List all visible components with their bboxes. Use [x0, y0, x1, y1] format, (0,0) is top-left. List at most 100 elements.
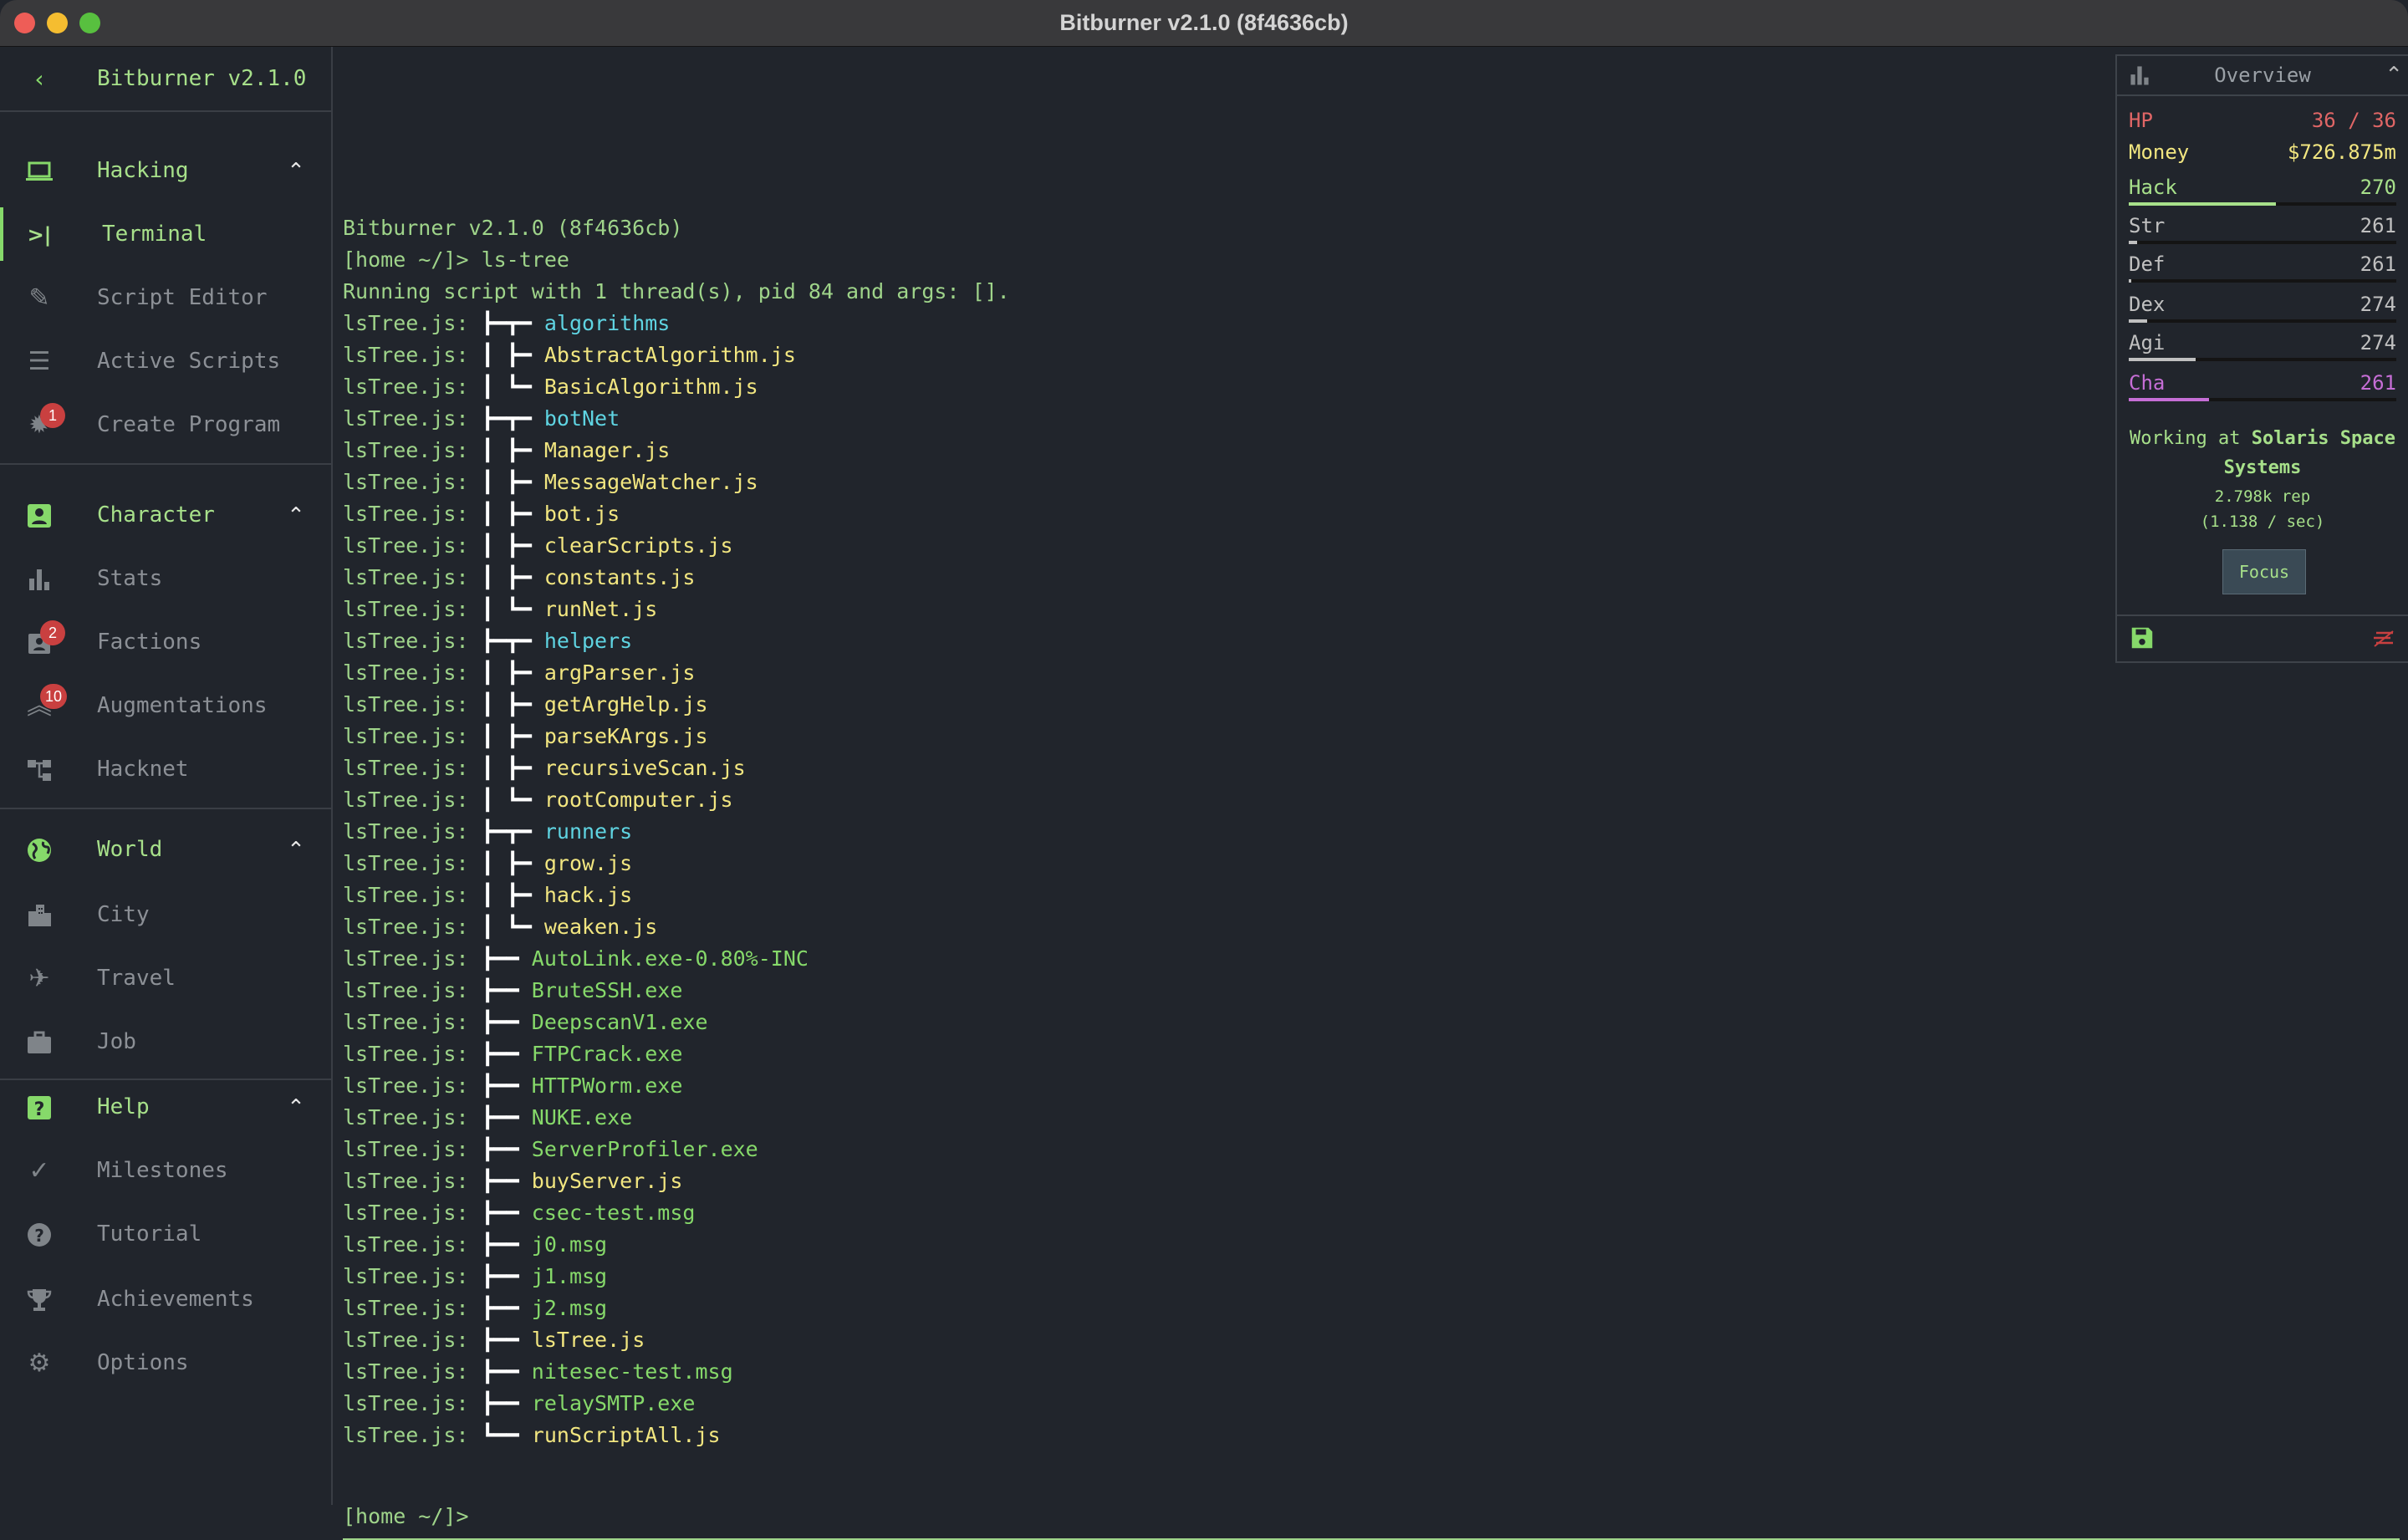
tree-branch: ┃ ┗━ — [481, 915, 544, 939]
notification-badge: 1 — [40, 403, 65, 428]
stat-progress-fill — [2129, 358, 2196, 361]
file-name: NUKE.exe — [531, 1105, 633, 1130]
stat-row-cha: Cha 261 — [2129, 369, 2396, 397]
reputation: 2.798k rep (1.138 / sec) — [2117, 484, 2408, 534]
section-character[interactable]: Character ⌃ — [0, 483, 331, 547]
tree-branch: ┃ ┣━ — [481, 470, 544, 494]
sidebar-item-job[interactable]: Job — [0, 1010, 331, 1073]
line-prefix: lsTree.js: — [343, 788, 482, 812]
file-name: grow.js — [543, 851, 633, 875]
sidebar-item-create-program[interactable]: ✹ 1 Create Program — [0, 393, 331, 456]
focus-button[interactable]: Focus — [2222, 549, 2306, 594]
chevron-up-icon[interactable]: ⌃ — [2385, 61, 2403, 89]
file-name: buyServer.js — [531, 1169, 683, 1193]
tree-branch: ┣━━ — [481, 978, 532, 1002]
line-prefix: lsTree.js: — [343, 1169, 482, 1193]
active-indicator — [0, 207, 3, 261]
terminal-line: lsTree.js: ┣━━ buyServer.js — [343, 1165, 1010, 1197]
terminal-icon: >| — [27, 223, 52, 247]
section-label: Character — [97, 502, 215, 528]
sidebar-item-script-editor[interactable]: ✎ Script Editor — [0, 266, 331, 329]
line-prefix: lsTree.js: — [343, 819, 482, 844]
sidebar-collapse-row[interactable]: ‹ Bitburner v2.1.0 — [0, 47, 331, 110]
stat-progress-bar — [2129, 398, 2396, 401]
sidebar-item-stats[interactable]: Stats — [0, 547, 331, 610]
line-prefix: lsTree.js: — [343, 1296, 482, 1320]
terminal-line: lsTree.js: ┃ ┣━ clearScripts.js — [343, 530, 1010, 562]
overview-header[interactable]: Overview ⌃ — [2117, 56, 2408, 96]
terminal-line: lsTree.js: ┣━┳━ runners — [343, 816, 1010, 848]
file-name: BasicAlgorithm.js — [543, 375, 758, 399]
window-titlebar: Bitburner v2.1.0 (8f4636cb) — [0, 0, 2408, 47]
sidebar-item-factions[interactable]: 2 Factions — [0, 610, 331, 674]
svg-text:?: ? — [34, 1226, 44, 1246]
directory-name: algorithms — [543, 311, 671, 335]
tree-branch: ┣━━ — [481, 1296, 532, 1320]
line-prefix: lsTree.js: — [343, 438, 482, 462]
line-prefix: lsTree.js: — [343, 915, 482, 939]
stat-row-def: Def 261 — [2129, 250, 2396, 278]
terminal-prompt[interactable]: [home ~/]> — [343, 1500, 469, 1533]
chevron-up-icon[interactable]: ⌃ — [282, 502, 310, 530]
file-name: j0.msg — [531, 1232, 608, 1257]
chevron-up-icon[interactable]: ⌃ — [282, 157, 310, 186]
kill-all-scripts-icon[interactable] — [2371, 628, 2396, 653]
sidebar-item-milestones[interactable]: ✓ Milestones — [0, 1139, 331, 1202]
terminal-line: lsTree.js: ┣━━ j1.msg — [343, 1261, 1010, 1293]
tree-branch: ┣━━ — [481, 1137, 532, 1161]
file-name: hack.js — [543, 883, 633, 907]
file-name: relaySMTP.exe — [531, 1391, 696, 1415]
stat-progress-bar — [2129, 279, 2396, 283]
file-name: j1.msg — [531, 1264, 608, 1288]
terminal-line: lsTree.js: ┃ ┣━ Manager.js — [343, 435, 1010, 467]
sidebar-item-city[interactable]: City — [0, 883, 331, 946]
chevron-up-icon[interactable]: ⌃ — [282, 1094, 310, 1122]
tree-branch: ┣━┳━ — [481, 819, 544, 844]
file-name: csec-test.msg — [531, 1201, 696, 1225]
section-world[interactable]: World ⌃ — [0, 818, 331, 881]
notification-badge: 2 — [40, 620, 65, 645]
tree-branch: ┃ ┣━ — [481, 343, 544, 367]
tree-branch: ┣━┳━ — [481, 629, 544, 653]
line-prefix: lsTree.js: — [343, 311, 482, 335]
line-prefix: lsTree.js: — [343, 1423, 482, 1447]
terminal-line: lsTree.js: ┣━━ csec-test.msg — [343, 1197, 1010, 1229]
terminal-line: lsTree.js: ┃ ┣━ AbstractAlgorithm.js — [343, 339, 1010, 371]
sidebar-item-travel[interactable]: ✈ Travel — [0, 946, 331, 1010]
divider — [0, 808, 331, 809]
section-help[interactable]: ? Help ⌃ — [0, 1075, 331, 1139]
chevron-left-icon[interactable]: ‹ — [25, 65, 54, 94]
sidebar-item-label: Job — [97, 1029, 136, 1054]
line-prefix: lsTree.js: — [343, 1105, 482, 1130]
divider — [2117, 614, 2408, 616]
sidebar-item-augmentations[interactable]: ︽ 10 Augmentations — [0, 674, 331, 737]
directory-name: runners — [543, 819, 633, 844]
sidebar-item-tutorial[interactable]: ? Tutorial — [0, 1202, 331, 1266]
version-label: Bitburner v2.1.0 — [97, 66, 307, 91]
sidebar-item-active-scripts[interactable]: ☰ Active Scripts — [0, 329, 331, 393]
terminal[interactable]: Bitburner v2.1.0 (8f4636cb) [home ~/]> ls… — [334, 47, 2408, 1540]
directory-name: botNet — [543, 406, 620, 431]
file-name: nitesec-test.msg — [531, 1359, 733, 1384]
terminal-line: lsTree.js: ┣━━ ServerProfiler.exe — [343, 1134, 1010, 1165]
terminal-line: lsTree.js: ┃ ┣━ parseKArgs.js — [343, 721, 1010, 752]
money-label: Money — [2129, 140, 2190, 164]
sidebar-item-hacknet[interactable]: Hacknet — [0, 737, 331, 801]
help-circle-icon: ? — [25, 1221, 54, 1249]
stat-label: Dex — [2129, 293, 2166, 316]
save-icon[interactable] — [2129, 625, 2155, 655]
sidebar-item-terminal[interactable]: >| Terminal — [0, 202, 331, 266]
tree-branch: ┃ ┣━ — [481, 533, 544, 558]
sidebar-item-achievements[interactable]: Achievements — [0, 1267, 331, 1331]
file-name: clearScripts.js — [543, 533, 733, 558]
section-hacking[interactable]: Hacking ⌃ — [0, 139, 331, 202]
trophy-icon — [25, 1286, 54, 1314]
terminal-line: lsTree.js: ┃ ┣━ hack.js — [343, 880, 1010, 911]
file-name: MessageWatcher.js — [543, 470, 758, 494]
tree-branch: ┣━━ — [481, 1073, 532, 1098]
terminal-line: lsTree.js: ┗━━ runScriptAll.js — [343, 1420, 1010, 1451]
airplane-icon: ✈ — [28, 964, 50, 993]
sidebar-item-options[interactable]: ⚙ Options — [0, 1331, 331, 1395]
account-box-icon — [25, 502, 54, 530]
chevron-up-icon[interactable]: ⌃ — [282, 836, 310, 864]
